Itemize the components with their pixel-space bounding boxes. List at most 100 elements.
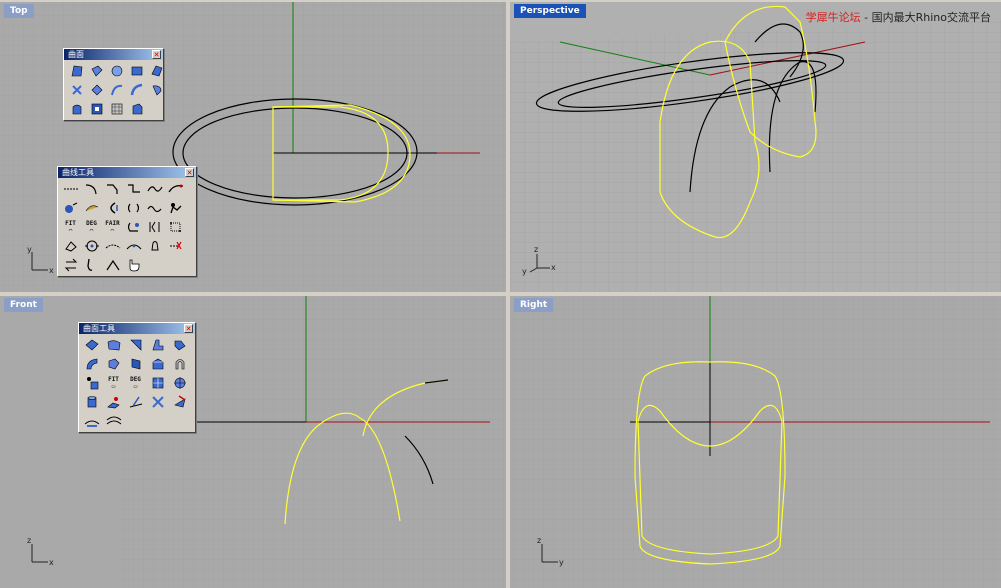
fair-label: FAIR bbox=[105, 220, 120, 227]
toolbar-surface[interactable]: 曲面 ✕ bbox=[63, 48, 164, 121]
change-degree-button[interactable]: DEG ⌒ bbox=[82, 218, 101, 236]
rebuild-curve-icon[interactable] bbox=[124, 218, 143, 236]
curve-seam-icon[interactable] bbox=[82, 237, 101, 255]
patch-icon[interactable] bbox=[87, 100, 106, 118]
forum-watermark: 学犀牛论坛 - 国内最大Rhino交流平台 bbox=[806, 9, 991, 25]
rebuild-surface-icon[interactable] bbox=[148, 355, 167, 373]
axis-label-y: y bbox=[522, 267, 527, 276]
surface-from-points-icon[interactable] bbox=[67, 62, 86, 80]
fair-curve-button[interactable]: FAIR ⌒ bbox=[103, 218, 122, 236]
match-surface-icon[interactable] bbox=[82, 412, 101, 430]
connect-curves-icon[interactable] bbox=[124, 180, 143, 198]
adjustable-blend-icon[interactable] bbox=[166, 180, 185, 198]
surface-project-icon[interactable] bbox=[148, 393, 167, 411]
surface-orient-icon[interactable] bbox=[170, 393, 189, 411]
watermark-slogan: 国内最大Rhino交流平台 bbox=[871, 11, 991, 24]
fit-label: FIT bbox=[108, 376, 119, 383]
variable-fillet-icon[interactable] bbox=[126, 336, 145, 354]
plane-icon[interactable] bbox=[127, 62, 146, 80]
viewport-title-right[interactable]: Right bbox=[514, 298, 554, 312]
extend-curve-icon[interactable] bbox=[103, 199, 122, 217]
toolbar-title: 曲面工具 bbox=[83, 324, 115, 333]
pointer-hand-icon[interactable] bbox=[124, 256, 143, 274]
viewport-title-front[interactable]: Front bbox=[4, 298, 43, 312]
merge-surface-icon[interactable] bbox=[104, 412, 123, 430]
conic-curve-icon[interactable] bbox=[103, 256, 122, 274]
sweep2-icon[interactable] bbox=[127, 81, 146, 99]
sphere-icon[interactable] bbox=[107, 62, 126, 80]
shrink-surface-icon[interactable] bbox=[170, 355, 189, 373]
perspective-view-canvas: z x y bbox=[510, 2, 1001, 292]
surface-from-edges-icon[interactable] bbox=[87, 62, 106, 80]
grid-surface-icon[interactable] bbox=[107, 100, 126, 118]
viewport-front[interactable]: z x Front bbox=[0, 296, 506, 588]
blend-surface-icon[interactable] bbox=[170, 336, 189, 354]
close-open-curve-icon[interactable] bbox=[166, 237, 185, 255]
revolve-icon[interactable] bbox=[67, 81, 86, 99]
toolbar-title: 曲面 bbox=[68, 50, 84, 59]
perspective-grid-plane bbox=[510, 20, 1001, 292]
curve-from-sections-icon[interactable] bbox=[124, 237, 143, 255]
extrude-surface-icon[interactable] bbox=[147, 62, 166, 80]
connect-surface-icon[interactable] bbox=[148, 336, 167, 354]
blend-curves-icon[interactable] bbox=[145, 180, 164, 198]
viewport-right[interactable]: z y Right bbox=[510, 296, 1001, 588]
axis-label-z: z bbox=[534, 245, 538, 254]
toolbar-title-bar[interactable]: 曲面 ✕ bbox=[64, 49, 163, 60]
insert-knot-icon[interactable] bbox=[61, 237, 80, 255]
split-surface-icon[interactable] bbox=[170, 374, 189, 392]
viewport-title-perspective[interactable]: Perspective bbox=[514, 4, 586, 18]
deg-label: DEG bbox=[86, 220, 97, 227]
viewport-title-top[interactable]: Top bbox=[4, 4, 34, 18]
toolbar-title-bar[interactable]: 曲面工具 ✕ bbox=[79, 323, 195, 334]
extend-surface-icon[interactable] bbox=[82, 355, 101, 373]
toolbar-title-bar[interactable]: 曲线工具 ✕ bbox=[58, 167, 196, 178]
axis-label-z: z bbox=[27, 536, 31, 545]
cylinder-surface-icon[interactable] bbox=[82, 393, 101, 411]
fit-curve-button[interactable]: FIT ⌒ bbox=[61, 218, 80, 236]
axis-label-y: y bbox=[27, 245, 32, 254]
set-end-angle-icon[interactable] bbox=[61, 256, 80, 274]
watermark-separator: - bbox=[860, 11, 872, 24]
edit-points-icon[interactable] bbox=[166, 218, 185, 236]
offset-on-surface-icon[interactable] bbox=[82, 199, 101, 217]
extend-by-arc-icon[interactable] bbox=[124, 199, 143, 217]
divide-curve-icon[interactable] bbox=[103, 237, 122, 255]
symmetry-surface-icon[interactable] bbox=[82, 374, 101, 392]
network-surface-icon[interactable] bbox=[67, 100, 86, 118]
axis-label-x: x bbox=[49, 558, 54, 567]
axis-label-y: y bbox=[559, 558, 564, 567]
extrude-box-icon[interactable] bbox=[127, 100, 146, 118]
line-segments-icon[interactable] bbox=[61, 180, 80, 198]
curve-deviation-icon[interactable] bbox=[145, 237, 164, 255]
close-icon[interactable]: ✕ bbox=[185, 168, 194, 177]
fit-label: FIT bbox=[65, 220, 76, 227]
offset-curve-icon[interactable] bbox=[61, 199, 80, 217]
close-icon[interactable]: ✕ bbox=[152, 50, 161, 59]
toolbar-surface-tools[interactable]: 曲面工具 ✕ FIT ▭ DEG ▭ bbox=[78, 322, 196, 433]
loft-icon[interactable] bbox=[147, 81, 166, 99]
variable-offset-icon[interactable] bbox=[126, 355, 145, 373]
sweep-icon[interactable] bbox=[87, 81, 106, 99]
close-icon[interactable]: ✕ bbox=[184, 324, 193, 333]
viewport-perspective[interactable]: z x y Perspective 学犀牛论坛 - 国内最大Rhino交流平台 bbox=[510, 2, 1001, 292]
fit-surface-button[interactable]: FIT ▭ bbox=[104, 374, 123, 392]
symmetry-icon[interactable] bbox=[166, 199, 185, 217]
analyze-surface-icon[interactable] bbox=[104, 393, 123, 411]
chamfer-surface-icon[interactable] bbox=[104, 336, 123, 354]
toolbar-curve-tools[interactable]: 曲线工具 ✕ FIT ⌒ DEG ⌒ FAIR ⌒ bbox=[57, 166, 197, 277]
fillet-surface-icon[interactable] bbox=[82, 336, 101, 354]
deg-label: DEG bbox=[130, 376, 141, 383]
change-surface-degree-button[interactable]: DEG ▭ bbox=[126, 374, 145, 392]
surface-normal-icon[interactable] bbox=[126, 393, 145, 411]
sweep1-icon[interactable] bbox=[107, 81, 126, 99]
offset-surface-icon[interactable] bbox=[104, 355, 123, 373]
fillet-curves-icon[interactable] bbox=[82, 180, 101, 198]
chamfer-curves-icon[interactable] bbox=[103, 180, 122, 198]
simplify-curve-icon[interactable] bbox=[145, 218, 164, 236]
adjust-closed-seam-icon[interactable] bbox=[82, 256, 101, 274]
toolbar-title: 曲线工具 bbox=[62, 168, 94, 177]
match-curve-icon[interactable] bbox=[145, 199, 164, 217]
axis-label-x: x bbox=[49, 266, 54, 275]
unroll-surface-icon[interactable] bbox=[148, 374, 167, 392]
